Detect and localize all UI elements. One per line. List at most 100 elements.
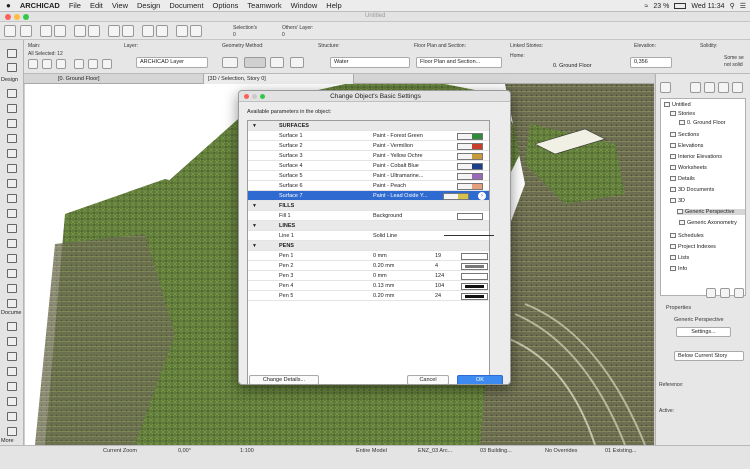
structure-select[interactable]: Water [330, 57, 410, 68]
table-row-selected[interactable]: Surface 7 Paint - Lead Oxide Y... › [248, 191, 489, 201]
table-row[interactable]: Surface 3 Paint - Yellow Ochre [248, 151, 489, 161]
menu-design[interactable]: Design [137, 1, 160, 10]
fill-tool-icon[interactable] [7, 382, 17, 391]
layer-combination-selector[interactable]: 03 Building... [480, 448, 512, 454]
menu-list-icon[interactable]: ☰ [740, 2, 746, 10]
group-row-fills[interactable]: ▼ FILLS [248, 201, 489, 211]
elevation-input[interactable]: 0,356 [630, 57, 672, 68]
floor-plan-section-button[interactable]: Floor Plan and Section... [416, 57, 502, 68]
surface-swatch[interactable] [457, 172, 483, 180]
mesh-icon[interactable] [102, 59, 112, 69]
tree-item-lists[interactable]: Lists [670, 255, 689, 261]
tree-item-3d-documents[interactable]: 3D Documents [670, 187, 714, 193]
rotation-angle[interactable]: 0,00° [178, 448, 191, 454]
tab-ground-floor[interactable]: [0. Ground Floor] [54, 74, 204, 84]
arrow-tool-icon[interactable] [4, 25, 16, 37]
line-tool-icon[interactable] [7, 397, 17, 406]
project-map-icon[interactable] [690, 82, 701, 93]
menu-teamwork[interactable]: Teamwork [247, 1, 281, 10]
navigator-popup-icon[interactable] [660, 82, 671, 93]
tree-item-interior-elevations[interactable]: Interior Elevations [670, 154, 722, 160]
fill-swatch[interactable] [457, 212, 483, 220]
ok-button[interactable]: OK [457, 375, 503, 384]
undo-icon[interactable] [40, 25, 52, 37]
table-row[interactable]: Fill 1 Background [248, 211, 489, 221]
pen-swatch[interactable] [461, 282, 488, 290]
zoom-level[interactable]: Current Zoom [103, 448, 137, 454]
dialog-minimize-button[interactable] [252, 94, 257, 99]
document-section-label[interactable]: Docume [1, 310, 21, 316]
lock-icon[interactable] [56, 59, 66, 69]
table-row[interactable]: Pen 2 0.20 mm 4 [248, 261, 489, 271]
menu-window[interactable]: Window [291, 1, 318, 10]
dimension-tool-icon[interactable] [7, 322, 17, 331]
surface-swatch[interactable] [457, 142, 483, 150]
surface-swatch[interactable] [457, 132, 483, 140]
new-view-icon[interactable] [706, 288, 716, 298]
surface-swatch[interactable] [443, 192, 469, 200]
apple-icon[interactable]: ● [6, 1, 11, 10]
column-tool-icon[interactable] [7, 104, 17, 113]
delete-view-icon[interactable] [734, 288, 744, 298]
settings-button[interactable]: Settings... [676, 327, 731, 337]
dialog-zoom-button[interactable] [260, 94, 265, 99]
surface-swatch[interactable] [457, 182, 483, 190]
table-row[interactable]: Surface 2 Paint - Vermilion [248, 141, 489, 151]
tree-item-stories[interactable]: Stories [670, 111, 695, 117]
tree-item-project[interactable]: Untitled [664, 102, 691, 108]
geometry-polygon-icon[interactable] [244, 57, 266, 68]
menu-options[interactable]: Options [213, 1, 239, 10]
roof-tool-icon[interactable] [7, 179, 17, 188]
tree-item-details[interactable]: Details [670, 176, 695, 182]
label-tool-icon[interactable] [7, 367, 17, 376]
group-row-lines[interactable]: ▼ LINES [248, 221, 489, 231]
close-window-button[interactable] [5, 14, 11, 20]
pen-swatch[interactable] [461, 292, 488, 300]
home-story-select[interactable]: 0. Ground Floor [550, 62, 622, 72]
arrow-select-tool-icon[interactable] [7, 49, 17, 58]
battery-percent[interactable]: 23 % [653, 3, 669, 10]
level-dimension-tool-icon[interactable] [7, 337, 17, 346]
tree-item-elevations[interactable]: Elevations [670, 143, 703, 149]
tree-item-info[interactable]: Info [670, 266, 687, 272]
tree-item-worksheets[interactable]: Worksheets [670, 165, 707, 171]
pen-swatch[interactable] [461, 272, 488, 280]
tree-item-project-indexes[interactable]: Project Indexes [670, 244, 716, 250]
group-row-pens[interactable]: ▼ PENS [248, 241, 489, 251]
shell-tool-icon[interactable] [7, 194, 17, 203]
change-details-button[interactable]: Change Details... [249, 375, 319, 384]
clock[interactable]: Wed 11:34 [691, 3, 724, 10]
curtain-wall-tool-icon[interactable] [7, 224, 17, 233]
arc-tool-icon[interactable] [7, 412, 17, 421]
menu-archicad[interactable]: ARCHICAD [20, 1, 60, 10]
morph-tool-icon[interactable] [7, 209, 17, 218]
pen-swatch[interactable] [461, 262, 488, 270]
find-select-icon[interactable] [74, 25, 86, 37]
zoom-out-icon[interactable] [122, 25, 134, 37]
tab-3d-selection[interactable]: [3D / Selection, Story 0] [204, 74, 354, 84]
slab-tool-icon[interactable] [7, 134, 17, 143]
table-row[interactable]: Surface 4 Paint - Cobalt Blue [248, 161, 489, 171]
table-row[interactable]: Pen 4 0.13 mm 104 [248, 281, 489, 291]
menu-edit[interactable]: Edit [90, 1, 103, 10]
group-row-surfaces[interactable]: ▼ SURFACES [248, 121, 489, 131]
tree-item-sections[interactable]: Sections [670, 132, 699, 138]
door-tool-icon[interactable] [7, 239, 17, 248]
collapse-arrow-icon[interactable]: ▼ [252, 243, 257, 249]
menu-help[interactable]: Help [326, 1, 341, 10]
tree-item-ground-floor[interactable]: 0. Ground Floor [679, 120, 726, 126]
view-set-selector[interactable]: ENZ_03 Arc... [418, 448, 452, 454]
railing-tool-icon[interactable] [7, 164, 17, 173]
table-row[interactable]: Surface 6 Paint - Peach [248, 181, 489, 191]
object-icon[interactable] [88, 59, 98, 69]
clone-view-icon[interactable] [720, 288, 730, 298]
table-row[interactable]: Pen 1 0 mm 19 [248, 251, 489, 261]
geometry-rotated-icon[interactable] [290, 57, 304, 68]
battery-icon[interactable] [674, 3, 687, 9]
table-row[interactable]: Surface 1 Paint - Forest Green [248, 131, 489, 141]
table-row[interactable]: Pen 5 0.20 mm 24 [248, 291, 489, 301]
marquee-tool-icon[interactable] [7, 63, 17, 72]
pan-icon[interactable] [190, 25, 202, 37]
3d-view-icon[interactable] [156, 25, 168, 37]
orbit-icon[interactable] [176, 25, 188, 37]
